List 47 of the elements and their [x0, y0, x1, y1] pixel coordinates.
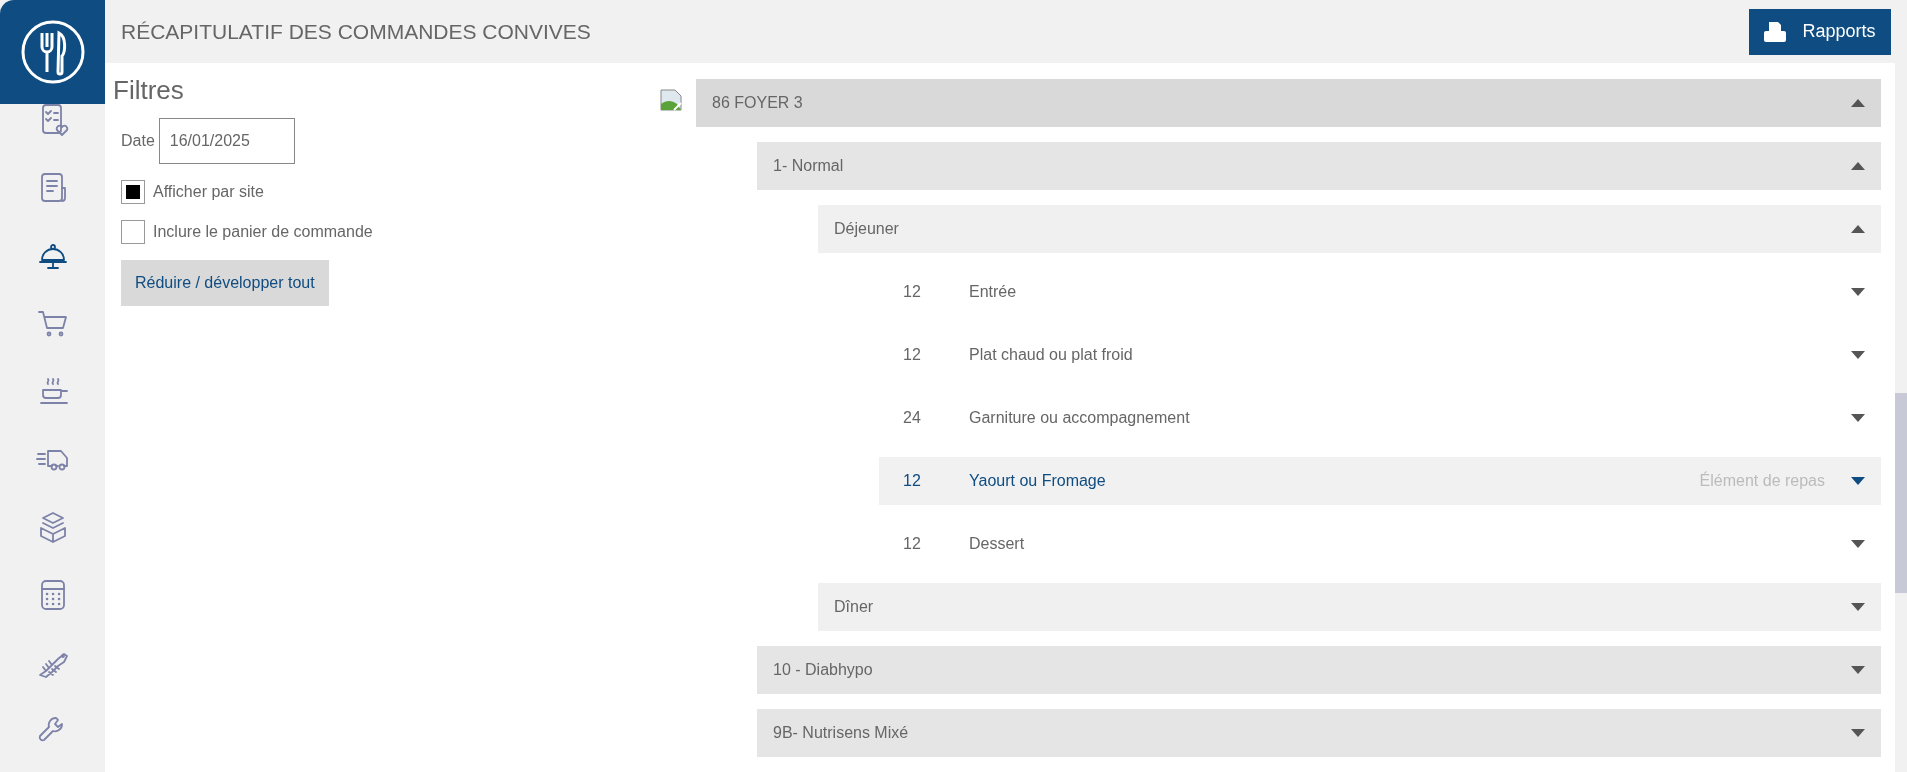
reports-button[interactable]: Rapports — [1749, 8, 1891, 55]
item-label: Entrée — [969, 282, 1018, 302]
checkbox-label: Afficher par site — [153, 182, 264, 202]
checkbox[interactable] — [121, 180, 145, 204]
caret-up-icon[interactable] — [1851, 162, 1865, 170]
group-row[interactable]: 9B- Nutrisens Mixé — [757, 709, 1881, 757]
group-label: 1- Normal — [773, 156, 845, 176]
item-count: 12 — [902, 282, 922, 302]
group-row[interactable]: Dîner — [818, 583, 1881, 631]
checkbox-label: Inclure le panier de commande — [153, 222, 373, 242]
item-label: Dessert — [969, 534, 1026, 554]
item-count: 12 — [902, 471, 922, 491]
group-label: 10 - Diabhypo — [773, 660, 874, 680]
caret-down-icon[interactable] — [1851, 603, 1865, 611]
group-row[interactable]: 10 - Diabhypo — [757, 646, 1881, 694]
item-count: 12 — [902, 534, 922, 554]
group-row[interactable]: 86 FOYER 3 — [696, 79, 1881, 127]
caret-down-icon[interactable] — [1851, 477, 1865, 485]
caret-down-icon[interactable] — [1851, 414, 1865, 422]
item-label: Plat chaud ou plat froid — [969, 345, 1134, 365]
group-label: 9B- Nutrisens Mixé — [773, 723, 910, 743]
printer-icon — [1764, 21, 1787, 42]
item-count: 12 — [902, 345, 922, 365]
group-label: Dîner — [834, 597, 875, 617]
caret-down-icon[interactable] — [1851, 729, 1865, 737]
group-row[interactable]: 1- Normal — [757, 142, 1881, 190]
date-field[interactable]: 16/01/2025 — [158, 118, 295, 164]
caret-up-icon[interactable] — [1851, 225, 1865, 233]
collapse-expand-button[interactable]: Réduire / développer tout — [121, 260, 329, 306]
item-label: Yaourt ou Fromage — [969, 471, 1107, 491]
caret-down-icon[interactable] — [1851, 351, 1865, 359]
caret-up-icon[interactable] — [1851, 99, 1865, 107]
group-row[interactable]: Déjeuner — [818, 205, 1881, 253]
item-label: Garniture ou accompagnement — [969, 408, 1191, 428]
date-label: Date — [121, 131, 155, 151]
scrollbar[interactable] — [1895, 63, 1907, 772]
caret-down-icon[interactable] — [1851, 540, 1865, 548]
caret-down-icon[interactable] — [1851, 666, 1865, 674]
app-logo[interactable] — [0, 0, 105, 104]
checkbox[interactable] — [121, 220, 145, 244]
caret-down-icon[interactable] — [1851, 288, 1865, 296]
group-label: Déjeuner — [834, 219, 900, 239]
filters-title: Filtres — [113, 74, 185, 107]
page-title: RÉCAPITULATIF DES COMMANDES CONVIVES — [121, 18, 591, 45]
broken-image-icon — [660, 89, 682, 111]
group-label: 86 FOYER 3 — [712, 93, 804, 113]
item-count: 24 — [902, 408, 922, 428]
